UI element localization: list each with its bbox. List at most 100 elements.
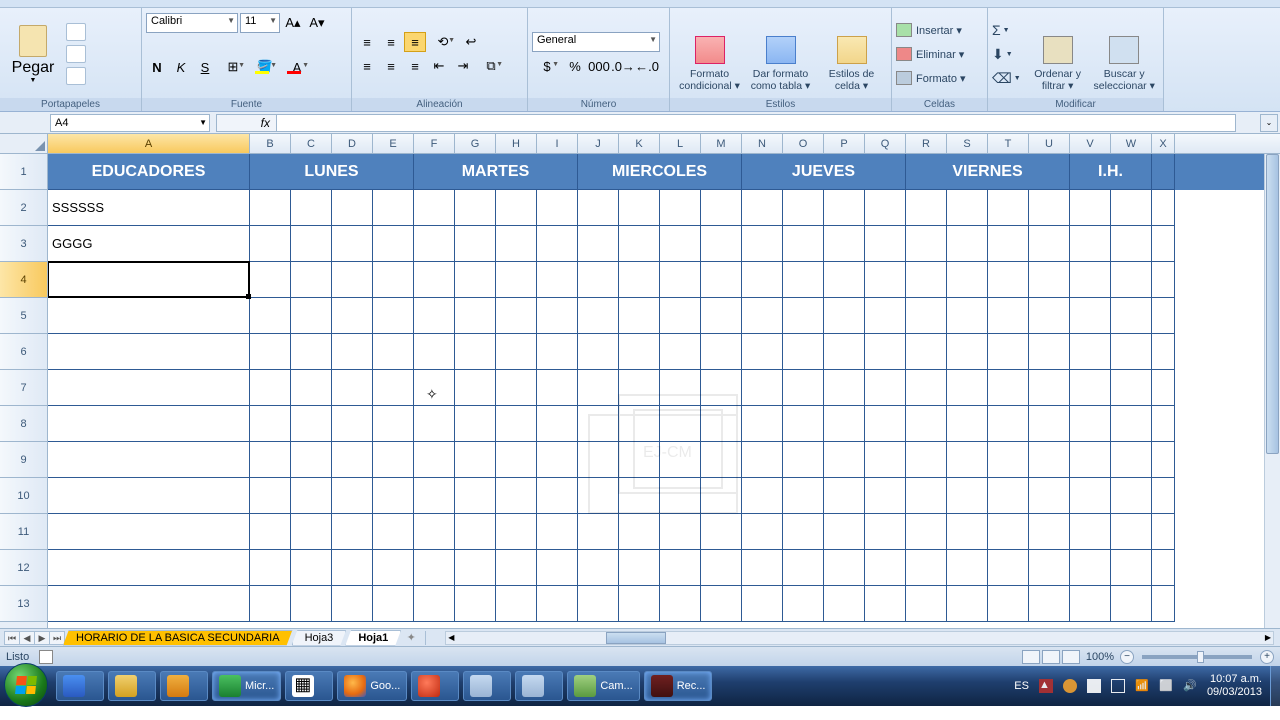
cell[interactable] bbox=[373, 370, 414, 406]
cell[interactable] bbox=[414, 334, 455, 370]
inc-indent-button[interactable]: ⇥ bbox=[452, 56, 474, 76]
cell[interactable] bbox=[1029, 514, 1070, 550]
cell[interactable] bbox=[824, 262, 865, 298]
cell[interactable] bbox=[1029, 370, 1070, 406]
cell[interactable] bbox=[332, 514, 373, 550]
cell[interactable] bbox=[537, 190, 578, 226]
taskbar-item[interactable] bbox=[411, 671, 459, 701]
cell[interactable] bbox=[742, 478, 783, 514]
tray-volume-icon[interactable]: 🔊 bbox=[1183, 679, 1197, 693]
underline-button[interactable]: S bbox=[194, 57, 216, 77]
cell[interactable] bbox=[1070, 370, 1111, 406]
cell[interactable] bbox=[250, 298, 291, 334]
fx-button[interactable]: fx bbox=[216, 114, 276, 132]
cell[interactable]: SSSSSS bbox=[48, 190, 250, 226]
col-header-S[interactable]: S bbox=[947, 134, 988, 153]
cell[interactable] bbox=[1029, 442, 1070, 478]
cell[interactable] bbox=[1029, 406, 1070, 442]
cell[interactable] bbox=[455, 550, 496, 586]
merged-header[interactable]: LUNES bbox=[250, 154, 414, 190]
cell[interactable] bbox=[906, 370, 947, 406]
formula-input[interactable] bbox=[276, 114, 1236, 132]
cell[interactable] bbox=[1029, 478, 1070, 514]
merged-header[interactable]: I.H. bbox=[1070, 154, 1152, 190]
cell[interactable] bbox=[660, 514, 701, 550]
cell[interactable] bbox=[578, 550, 619, 586]
cell[interactable] bbox=[1070, 298, 1111, 334]
cell[interactable] bbox=[783, 190, 824, 226]
cell[interactable] bbox=[414, 226, 455, 262]
merged-header[interactable]: EDUCADORES bbox=[48, 154, 250, 190]
col-header-C[interactable]: C bbox=[291, 134, 332, 153]
cell[interactable] bbox=[455, 190, 496, 226]
cell[interactable] bbox=[1111, 514, 1152, 550]
paste-button[interactable]: Pegar ▼ bbox=[4, 15, 62, 93]
cell[interactable] bbox=[48, 442, 250, 478]
cell[interactable] bbox=[291, 298, 332, 334]
autosum-button[interactable]: Σ▼ bbox=[992, 20, 1026, 40]
tab-first-icon[interactable]: ⏮ bbox=[4, 631, 20, 645]
merged-header[interactable]: MIERCOLES bbox=[578, 154, 742, 190]
align-bot-button[interactable]: ≡ bbox=[404, 32, 426, 52]
cell[interactable] bbox=[1152, 442, 1175, 478]
cell[interactable] bbox=[332, 586, 373, 622]
cell[interactable] bbox=[742, 586, 783, 622]
cell[interactable] bbox=[906, 406, 947, 442]
vertical-scrollbar[interactable] bbox=[1264, 154, 1280, 628]
cell[interactable] bbox=[373, 442, 414, 478]
cell[interactable] bbox=[660, 370, 701, 406]
cell[interactable] bbox=[824, 550, 865, 586]
cell[interactable] bbox=[578, 370, 619, 406]
grow-font-button[interactable]: A▴ bbox=[282, 13, 304, 33]
cell[interactable] bbox=[619, 514, 660, 550]
cell[interactable] bbox=[701, 370, 742, 406]
cell[interactable] bbox=[619, 478, 660, 514]
cell[interactable] bbox=[988, 226, 1029, 262]
cell[interactable] bbox=[742, 334, 783, 370]
cell[interactable] bbox=[1070, 334, 1111, 370]
cell[interactable] bbox=[291, 586, 332, 622]
cell[interactable] bbox=[947, 334, 988, 370]
cell[interactable] bbox=[742, 262, 783, 298]
tray-network-icon[interactable]: 📶 bbox=[1135, 679, 1149, 693]
cell[interactable] bbox=[48, 298, 250, 334]
cell[interactable] bbox=[619, 262, 660, 298]
cell[interactable] bbox=[947, 550, 988, 586]
cell[interactable] bbox=[701, 334, 742, 370]
inc-decimal-button[interactable]: .0→ bbox=[612, 56, 634, 76]
cell[interactable] bbox=[537, 586, 578, 622]
cell[interactable] bbox=[865, 514, 906, 550]
cell[interactable] bbox=[660, 298, 701, 334]
cell[interactable] bbox=[537, 478, 578, 514]
cell[interactable] bbox=[578, 406, 619, 442]
cell[interactable] bbox=[742, 550, 783, 586]
cell[interactable] bbox=[701, 406, 742, 442]
cell[interactable] bbox=[988, 514, 1029, 550]
cell[interactable] bbox=[1070, 406, 1111, 442]
cell[interactable] bbox=[48, 262, 250, 298]
col-header-J[interactable]: J bbox=[578, 134, 619, 153]
cell[interactable] bbox=[496, 478, 537, 514]
zoom-in-button[interactable]: + bbox=[1260, 650, 1274, 664]
taskbar-item[interactable]: Cam... bbox=[567, 671, 639, 701]
cell[interactable] bbox=[250, 406, 291, 442]
cell[interactable] bbox=[332, 190, 373, 226]
col-header-P[interactable]: P bbox=[824, 134, 865, 153]
cell[interactable] bbox=[824, 478, 865, 514]
cell[interactable] bbox=[1111, 478, 1152, 514]
cell[interactable] bbox=[1111, 370, 1152, 406]
cell[interactable] bbox=[701, 478, 742, 514]
cell[interactable] bbox=[455, 370, 496, 406]
cell[interactable] bbox=[742, 226, 783, 262]
tray-icon[interactable]: ⬜ bbox=[1159, 679, 1173, 693]
cell[interactable] bbox=[1152, 406, 1175, 442]
cell[interactable] bbox=[660, 550, 701, 586]
cell[interactable] bbox=[1111, 298, 1152, 334]
cell[interactable] bbox=[578, 586, 619, 622]
fill-color-button[interactable]: 🪣▼ bbox=[250, 57, 280, 77]
cell[interactable] bbox=[947, 442, 988, 478]
sheet-tab[interactable]: Hoja1 bbox=[345, 630, 401, 646]
cell[interactable] bbox=[1029, 334, 1070, 370]
cell[interactable] bbox=[1152, 262, 1175, 298]
cell[interactable] bbox=[1070, 586, 1111, 622]
